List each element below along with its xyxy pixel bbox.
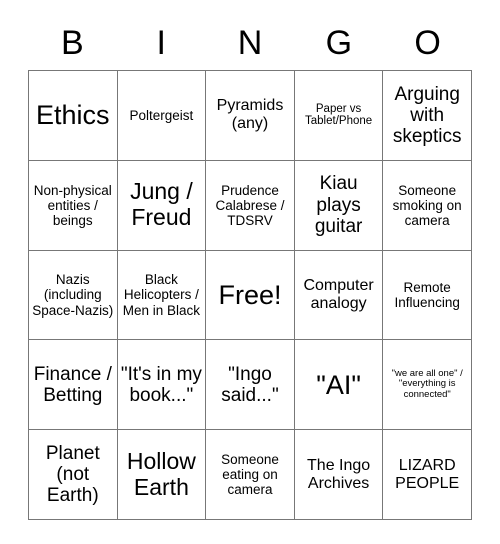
bingo-cell-label: Someone smoking on camera <box>392 182 462 228</box>
bingo-cell-label: Jung / Freud <box>130 178 193 231</box>
bingo-cell-label: Someone eating on camera <box>221 451 279 498</box>
bingo-cell-r5c5[interactable]: LIZARD PEOPLE <box>383 430 472 520</box>
bingo-cell-label: "It's in my book..." <box>120 363 202 406</box>
bingo-cell-r4c4[interactable]: "AI" <box>294 340 384 431</box>
bingo-cell-r2c2[interactable]: Jung / Freud <box>117 160 207 251</box>
bingo-cell-label: "we are all one" / "everything is connec… <box>391 367 463 401</box>
bingo-cell-r3c1[interactable]: Nazis (including Space-Nazis) <box>29 250 118 341</box>
bingo-cell-label: Ethics <box>36 100 110 131</box>
bingo-cell-label: Planet (not Earth) <box>45 442 100 507</box>
bingo-header-letter-g: G <box>325 24 353 62</box>
bingo-cell-r5c4[interactable]: The Ingo Archives <box>294 430 384 520</box>
bingo-cell-label: LIZARD PEOPLE <box>395 456 460 492</box>
bingo-header-letter-o: O <box>414 24 441 62</box>
bingo-cell-label: Paper vs Tablet/Phone <box>305 102 373 128</box>
bingo-cell-label: Computer analogy <box>303 277 374 312</box>
bingo-cell-r3c2[interactable]: Black Helicopters / Men in Black <box>117 250 207 341</box>
bingo-cell-r5c2[interactable]: Hollow Earth <box>117 430 207 520</box>
bingo-cell-label: Non-physical entities / beings <box>33 182 112 228</box>
bingo-cell-label: Kiau plays guitar <box>314 173 363 237</box>
bingo-cell-r1c3[interactable]: Pyramids (any) <box>206 71 295 161</box>
bingo-cell-label: The Ingo Archives <box>307 456 371 492</box>
bingo-cell-r1c4[interactable]: Paper vs Tablet/Phone <box>294 71 384 161</box>
bingo-cell-label: Prudence Calabrese / TDSRV <box>215 182 285 228</box>
bingo-header-letter-b: B <box>61 24 84 62</box>
bingo-header-letter-i: I <box>156 24 166 62</box>
bingo-cell-r4c1[interactable]: Finance / Betting <box>29 340 118 431</box>
bingo-cell-r2c1[interactable]: Non-physical entities / beings <box>29 160 118 251</box>
bingo-grid: Ethics Poltergeist Pyramids (any) Paper … <box>28 70 472 520</box>
bingo-cell-r1c1[interactable]: Ethics <box>29 71 118 161</box>
bingo-cell-label: Hollow Earth <box>126 447 196 500</box>
bingo-cell-r3c5[interactable]: Remote Influencing <box>383 250 472 341</box>
bingo-cell-label: Pyramids (any) <box>216 97 284 133</box>
bingo-cell-r4c5[interactable]: "we are all one" / "everything is connec… <box>383 340 472 431</box>
bingo-header-letter-n: N <box>237 24 263 62</box>
bingo-cell-r1c5[interactable]: Arguing with skeptics <box>383 71 472 161</box>
bingo-cell-label: Remote Influencing <box>394 279 460 310</box>
bingo-cell-label: Arguing with skeptics <box>392 83 462 148</box>
bingo-cell-r5c3[interactable]: Someone eating on camera <box>206 430 295 520</box>
bingo-cell-r5c1[interactable]: Planet (not Earth) <box>29 430 118 520</box>
bingo-cell-r4c2[interactable]: "It's in my book..." <box>117 340 207 431</box>
bingo-cell-label: Finance / Betting <box>33 363 112 406</box>
bingo-cell-label: Black Helicopters / Men in Black <box>122 272 201 318</box>
bingo-header-row: B I N G O <box>28 16 472 70</box>
bingo-cell-label: "Ingo said..." <box>221 363 279 406</box>
bingo-cell-r2c4[interactable]: Kiau plays guitar <box>294 160 384 251</box>
bingo-cell-r3c4[interactable]: Computer analogy <box>294 250 384 341</box>
bingo-card: B I N G O Ethics Poltergeist Pyramids (a… <box>0 0 500 544</box>
bingo-cell-r2c3[interactable]: Prudence Calabrese / TDSRV <box>206 160 295 251</box>
bingo-cell-free-space[interactable]: Free! <box>206 250 295 341</box>
bingo-cell-r2c5[interactable]: Someone smoking on camera <box>383 160 472 251</box>
bingo-cell-r1c2[interactable]: Poltergeist <box>117 71 207 161</box>
bingo-cell-label: Poltergeist <box>129 107 194 123</box>
bingo-cell-label: "AI" <box>316 369 361 400</box>
bingo-cell-label: Free! <box>218 279 282 310</box>
bingo-cell-label: Nazis (including Space-Nazis) <box>32 272 114 318</box>
bingo-cell-r4c3[interactable]: "Ingo said..." <box>206 340 295 431</box>
